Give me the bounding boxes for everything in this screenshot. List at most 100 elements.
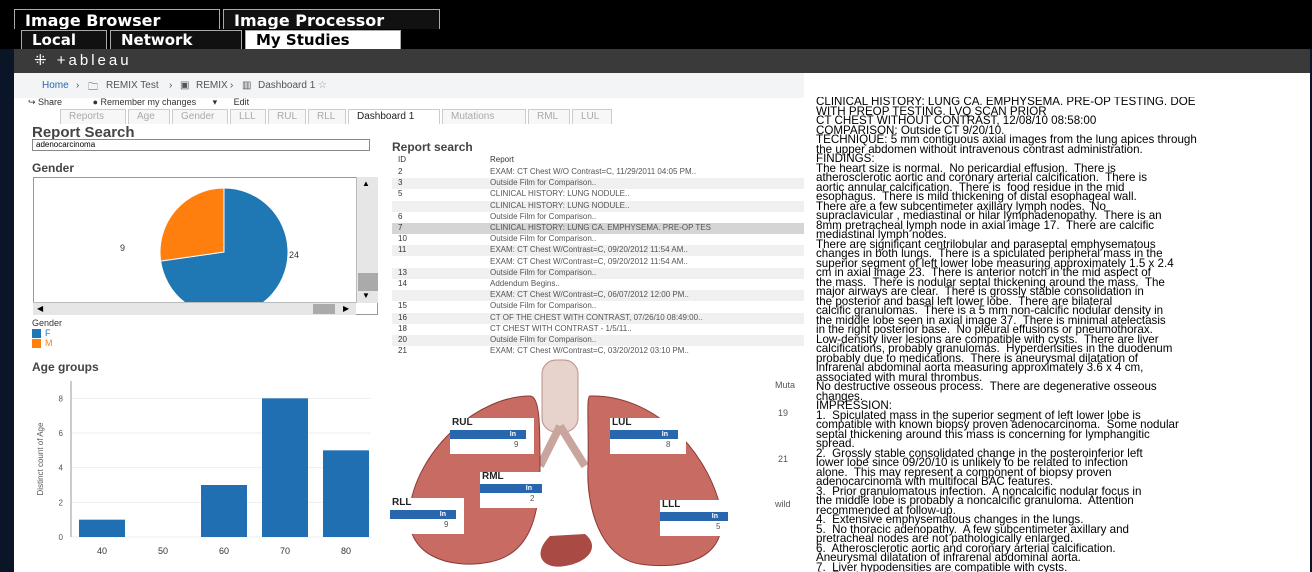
remember-changes-toggle[interactable]: ● Remember my changes ▾: [93, 97, 218, 107]
row-report: Addendum Begins..: [490, 279, 560, 288]
tab-image-browser[interactable]: Image Browser: [14, 9, 220, 30]
lobe-in-bar: In: [450, 430, 526, 439]
legend-title: Gender: [32, 318, 63, 328]
table-row[interactable]: CLINICAL HISTORY: LUNG NODULE..: [392, 200, 804, 212]
lung-diagram: [390, 356, 804, 572]
legend-swatch-f: [32, 329, 41, 339]
lobe-label-rul[interactable]: RUL In 9: [450, 417, 534, 454]
lobe-label-rml[interactable]: RML In 2: [480, 471, 550, 508]
y-tick-label: 0: [59, 533, 64, 542]
scroll-right-icon[interactable]: ▶: [343, 304, 349, 313]
dashboard-tab-rll[interactable]: RLL: [308, 109, 346, 124]
favorite-star-icon[interactable]: ☆: [318, 80, 327, 91]
lobe-count: 8: [666, 440, 671, 449]
tab-my-studies[interactable]: My Studies: [245, 30, 401, 49]
dashboard-icon: ▥: [242, 80, 252, 91]
row-report: CT CHEST WITH CONTRAST - 1/5/11..: [490, 323, 632, 333]
table-row[interactable]: 14 Addendum Begins..: [392, 279, 804, 290]
lobe-count: 9: [514, 440, 519, 449]
table-row[interactable]: 20 Outside Film for Comparison..: [392, 335, 804, 346]
breadcrumb-separator: ›: [76, 80, 80, 91]
row-report: Outside Film for Comparison..: [490, 301, 597, 311]
row-report: Outside Film for Comparison..: [490, 234, 597, 244]
scroll-left-icon[interactable]: ◀: [37, 304, 43, 313]
breadcrumb-home[interactable]: Home: [42, 80, 69, 91]
dashboard-tab-age[interactable]: Age: [128, 109, 170, 124]
breadcrumb-remix[interactable]: REMIX: [196, 80, 228, 91]
y-tick-label: 8: [59, 394, 64, 403]
gender-scrollbar-horizontal[interactable]: ◀ ▶: [33, 302, 356, 315]
x-tick-label: 50: [158, 546, 168, 556]
gender-legend: Gender F M: [32, 318, 63, 349]
dashboard-tab-rul[interactable]: RUL: [268, 109, 306, 124]
age-chart: 0 2 4 6 8 Distinct count of Age 40 50 60 70 80: [33, 373, 379, 572]
folder-icon: 🗀: [88, 82, 98, 93]
bar-age-80[interactable]: [323, 450, 369, 537]
dashboard-tab-reports[interactable]: Reports: [60, 109, 126, 124]
share-button[interactable]: ↪ Share: [28, 97, 76, 107]
bar-age-40[interactable]: [79, 519, 125, 537]
gender-scrollbar-vertical[interactable]: ▲ ▼: [356, 177, 378, 303]
table-row[interactable]: 13 Outside Film for Comparison..: [392, 267, 804, 279]
scroll-up-icon[interactable]: ▲: [362, 179, 370, 188]
x-tick-label: 40: [97, 546, 107, 556]
breadcrumb-remix-test[interactable]: REMIX Test: [106, 80, 159, 91]
table-row[interactable]: 16 CT OF THE CHEST WITH CONTRAST, 07/26/1…: [392, 312, 804, 324]
tableau-logo: ⁜ +ableau: [34, 51, 132, 69]
scroll-thumb[interactable]: [358, 273, 378, 291]
row-id: 6: [398, 211, 403, 221]
toolbar: ↪ Share ● Remember my changes ▾ Edit: [28, 97, 263, 108]
scroll-thumb[interactable]: [313, 304, 335, 314]
lobe-label-rll[interactable]: RLL In 9: [390, 497, 464, 534]
dashboard-tab-lll[interactable]: LLL: [230, 109, 266, 124]
dashboard-tab-gender[interactable]: Gender: [172, 109, 228, 124]
table-row[interactable]: 10 Outside Film for Comparison..: [392, 234, 804, 245]
table-row[interactable]: 6 Outside Film for Comparison..: [392, 212, 804, 223]
tab-local[interactable]: Local: [21, 30, 107, 49]
lobe-name: LLL: [662, 499, 681, 510]
dashboard-tab-rml[interactable]: RML: [528, 109, 570, 124]
lobe-label-lll[interactable]: LLL In 5: [660, 499, 736, 536]
dashboard-tab-lul[interactable]: LUL: [572, 109, 612, 124]
row-id: 10: [398, 234, 407, 244]
dashboard-tab-mutations[interactable]: Mutations: [442, 109, 526, 124]
bar-age-70[interactable]: [262, 398, 308, 537]
legend-item-f[interactable]: F: [32, 328, 62, 339]
table-row[interactable]: EXAM: CT Chest W/Contrast=C, 06/07/2012 …: [392, 290, 804, 302]
report-search-input[interactable]: adenocarcinoma: [32, 139, 370, 151]
pie-label-f: 24: [289, 250, 299, 260]
workbook-icon: ▣: [180, 80, 190, 91]
col-header-id[interactable]: ID: [398, 155, 406, 164]
dashboard-tab-dashboard-1[interactable]: Dashboard 1: [348, 109, 440, 124]
table-row[interactable]: 15 Outside Film for Comparison..: [392, 301, 804, 312]
table-row[interactable]: 18 CT CHEST WITH CONTRAST - 1/5/11..: [392, 324, 804, 335]
edit-button[interactable]: Edit: [234, 97, 250, 107]
row-id: 2: [398, 167, 403, 176]
lobe-label-lul[interactable]: LUL In 8: [610, 417, 686, 454]
lobe-name: LUL: [612, 417, 632, 428]
tab-network[interactable]: Network: [110, 30, 242, 49]
y-tick-label: 2: [59, 498, 64, 507]
lobe-count: 5: [716, 522, 721, 531]
row-report: Outside Film for Comparison..: [490, 178, 597, 188]
row-report: Outside Film for Comparison..: [490, 267, 597, 277]
tab-image-processor[interactable]: Image Processor: [223, 9, 440, 30]
table-row[interactable]: EXAM: CT Chest W/Contrast=C, 09/20/2012 …: [392, 257, 804, 268]
table-row[interactable]: 7 CLINICAL HISTORY: LUNG CA. EMPHYSEMA. P…: [392, 223, 804, 234]
table-row[interactable]: 3 Outside Film for Comparison..: [392, 178, 804, 190]
scroll-down-icon[interactable]: ▼: [362, 291, 370, 300]
lobe-in-bar: In: [480, 484, 542, 493]
table-row[interactable]: 2 EXAM: CT Chest W/O Contrast=C, 11/29/20…: [392, 167, 804, 178]
bar-age-60[interactable]: [201, 485, 247, 537]
row-report: CLINICAL HISTORY: LUNG NODULE..: [490, 189, 630, 199]
col-header-report[interactable]: Report: [490, 155, 514, 164]
breadcrumb: Home › 🗀 REMIX Test › ▣ REMIX › ▥ Dashbo…: [14, 73, 804, 98]
pie-slice-m[interactable]: [159, 187, 225, 262]
legend-item-m[interactable]: M: [32, 338, 62, 349]
row-report: EXAM: CT Chest W/Contrast=C, 09/20/2012 …: [490, 256, 688, 266]
row-id: 14: [398, 279, 407, 288]
app-window: { "app_tabs":["Image Browser","Image Pro…: [0, 0, 1312, 572]
row-report: CLINICAL HISTORY: LUNG NODULE..: [490, 200, 630, 210]
table-row[interactable]: 5 CLINICAL HISTORY: LUNG NODULE..: [392, 189, 804, 200]
table-row[interactable]: 11 EXAM: CT Chest W/Contrast=C, 09/20/201…: [392, 245, 804, 257]
